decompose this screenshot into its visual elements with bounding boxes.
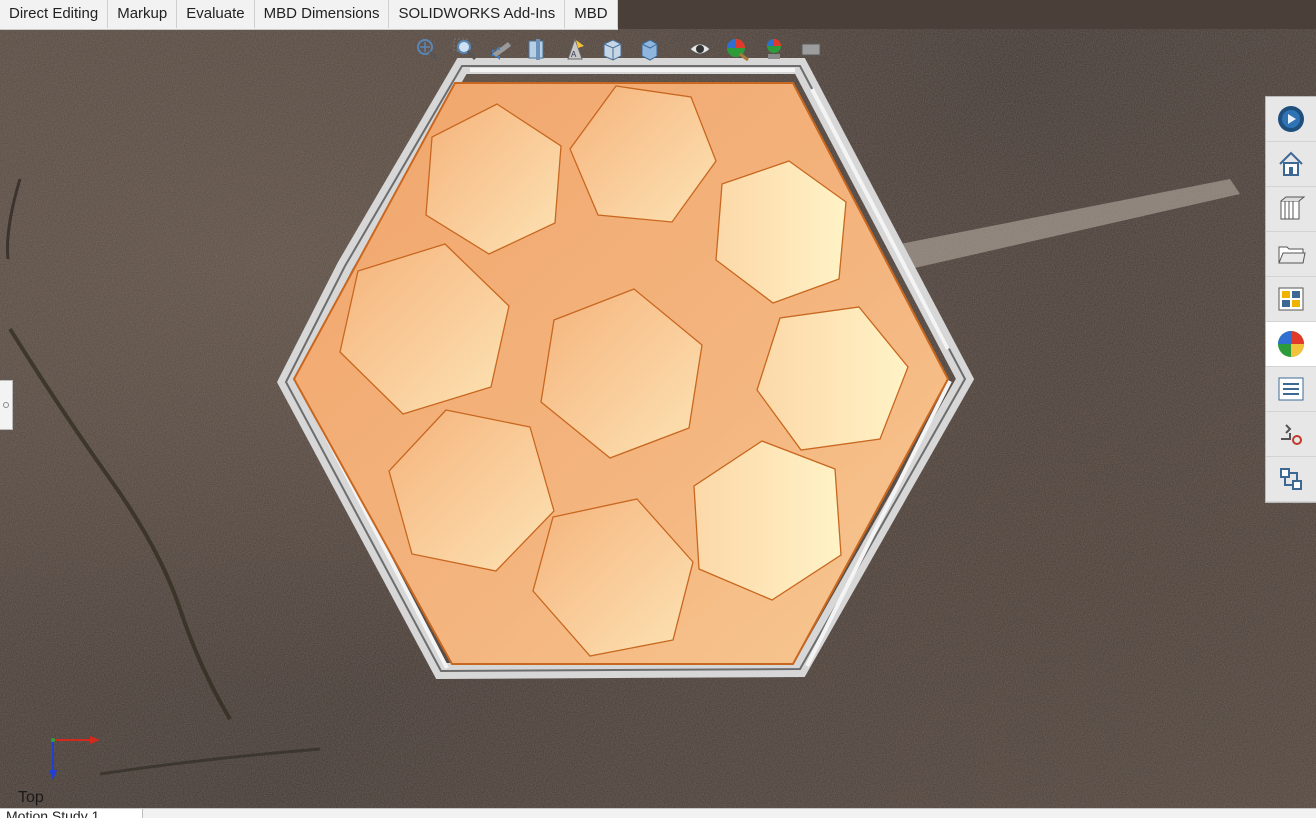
section-view-icon[interactable] (521, 34, 554, 64)
handle-dot-icon (3, 402, 9, 408)
zoom-to-fit-icon[interactable] (410, 34, 443, 64)
tab-direct-editing[interactable]: Direct Editing (0, 0, 109, 28)
3d-interconnect-icon[interactable] (1266, 457, 1316, 502)
previous-view-icon[interactable] (484, 34, 517, 64)
custom-properties-icon[interactable] (1266, 367, 1316, 412)
tab-markup[interactable]: Markup (108, 0, 178, 28)
display-style-icon[interactable] (632, 34, 665, 64)
apply-scene-icon[interactable] (757, 34, 790, 64)
reference-triad (49, 736, 100, 780)
feature-manager-collapse-handle[interactable] (0, 380, 13, 430)
svg-text:A: A (571, 50, 577, 59)
heads-up-view-toolbar: A (410, 34, 827, 64)
home-icon[interactable] (1266, 142, 1316, 187)
graphics-area[interactable]: A (0, 29, 1316, 808)
scene-background (0, 29, 1316, 808)
solidworks-forum-icon[interactable] (1266, 412, 1316, 457)
view-palette-icon[interactable] (1266, 277, 1316, 322)
solidworks-resources-icon[interactable] (1266, 97, 1316, 142)
view-settings-icon[interactable] (794, 34, 827, 64)
zoom-to-area-icon[interactable] (447, 34, 480, 64)
tab-solidworks-add-ins[interactable]: SOLIDWORKS Add-Ins (389, 0, 566, 28)
edit-appearance-icon[interactable] (720, 34, 753, 64)
hide-show-items-icon[interactable] (683, 34, 716, 64)
dynamic-annotation-icon[interactable]: A (558, 34, 591, 64)
view-orientation-label: Top (18, 789, 44, 806)
task-pane (1265, 96, 1316, 503)
design-library-icon[interactable] (1266, 187, 1316, 232)
tab-mbd-dimensions[interactable]: MBD Dimensions (254, 0, 390, 28)
appearances-scenes-icon[interactable] (1266, 322, 1316, 367)
command-manager-tabs: Direct Editing Markup Evaluate MBD Dimen… (0, 0, 618, 30)
tab-evaluate[interactable]: Evaluate (177, 0, 255, 28)
file-explorer-icon[interactable] (1266, 232, 1316, 277)
view-orientation-icon[interactable] (595, 34, 628, 64)
tab-mbd[interactable]: MBD (565, 0, 618, 28)
